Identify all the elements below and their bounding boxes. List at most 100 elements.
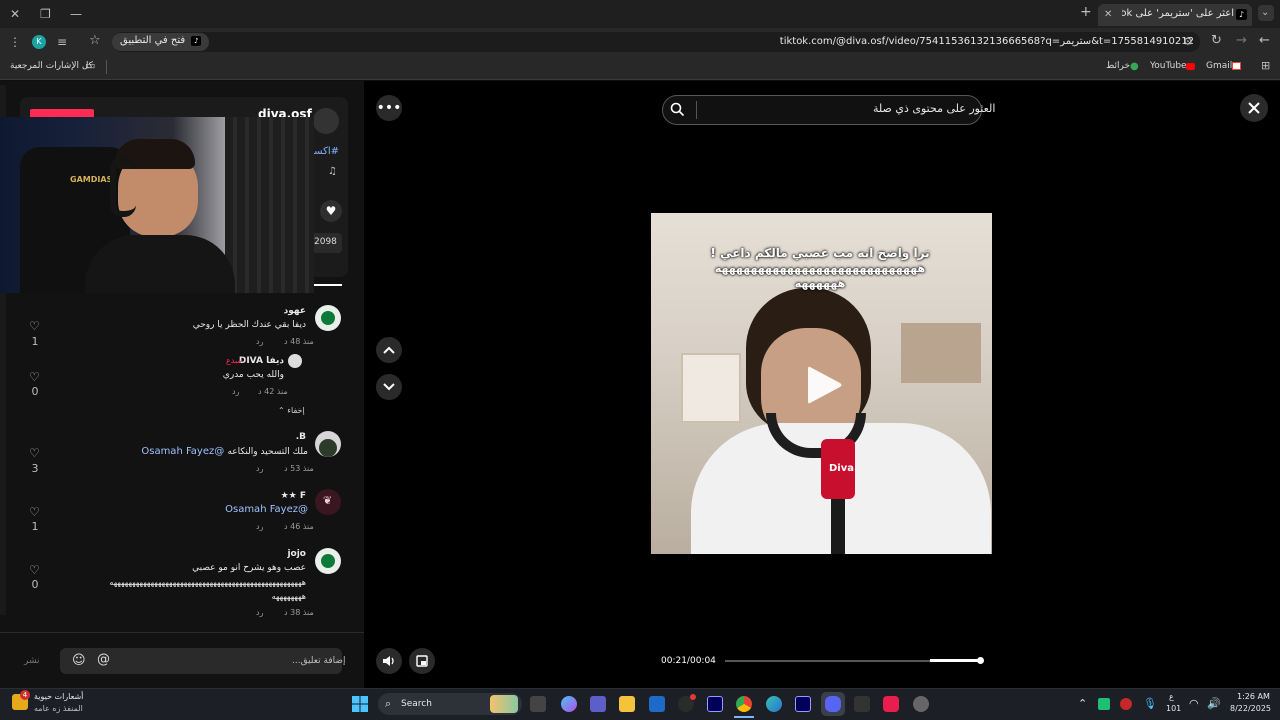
comment-1-time: منذ 48 د <box>284 337 314 346</box>
more-options-button[interactable]: ••• <box>376 95 402 121</box>
reading-list-icon[interactable]: ≡ <box>57 36 67 48</box>
comment-3-like-icon[interactable]: ♡ <box>29 446 40 460</box>
store-icon[interactable] <box>649 696 665 712</box>
comment-1-like-icon[interactable]: ♡ <box>29 319 40 333</box>
windows-start-icon[interactable] <box>352 696 368 712</box>
bookmark-maps[interactable]: خرائط <box>1106 61 1130 71</box>
comment-avatar-4[interactable]: ❦ <box>315 489 341 515</box>
post-comment-button[interactable]: نشر <box>24 656 40 666</box>
tray-mic-icon[interactable]: 🎙 <box>1143 697 1157 710</box>
tray-app-icon[interactable] <box>1098 698 1110 710</box>
capcut-icon[interactable] <box>854 696 870 712</box>
comment-4-author[interactable]: F ★★ <box>260 491 306 501</box>
comment-avatar-5[interactable] <box>315 548 341 574</box>
related-search-placeholder: العثور على محتوى ذي صلة <box>873 102 996 115</box>
comment-3-author[interactable]: B. <box>260 432 306 442</box>
comment-3-mention[interactable]: @Osamah Fayez <box>141 446 224 457</box>
restore-window-icon[interactable]: ❐ <box>40 8 51 20</box>
premiere-icon[interactable] <box>795 696 811 712</box>
back-icon[interactable]: ← <box>1259 34 1270 47</box>
previous-video-button[interactable] <box>376 337 402 363</box>
app-red-icon[interactable] <box>883 696 899 712</box>
hide-replies-button[interactable]: إخفاء ⌃ <box>278 406 305 415</box>
reply-like-icon[interactable]: ♡ <box>29 370 40 384</box>
author-avatar[interactable] <box>313 108 339 134</box>
teams-icon[interactable] <box>590 696 606 712</box>
close-window-icon[interactable]: ✕ <box>10 8 20 20</box>
search-highlight-icon <box>490 695 518 713</box>
comment-4-mention[interactable]: @Osamah Fayez <box>208 504 308 515</box>
close-video-button[interactable] <box>1240 94 1268 122</box>
edge-icon[interactable] <box>766 696 782 712</box>
minimize-window-icon[interactable]: — <box>70 8 82 20</box>
discord-icon[interactable] <box>825 696 841 712</box>
emoji-icon[interactable]: ☺ <box>72 653 86 668</box>
site-settings-icon[interactable]: ⚙ <box>1183 36 1193 48</box>
mic-brand-label: Diva <box>829 463 854 474</box>
apps-grid-icon[interactable]: ⊞ <box>1261 60 1270 72</box>
after-effects-icon[interactable] <box>707 696 723 712</box>
comment-4-like-icon[interactable]: ♡ <box>29 505 40 519</box>
task-view-icon[interactable] <box>530 696 546 712</box>
comment-3-likes: 3 <box>31 462 39 475</box>
close-tab-icon[interactable]: ✕ <box>1104 9 1112 21</box>
taskbar-search-icon: ⌕ <box>385 697 392 710</box>
menu-kebab-icon[interactable]: ⋮ <box>9 36 21 48</box>
comment-avatar-1[interactable] <box>315 305 341 331</box>
video-progress-handle[interactable] <box>977 657 984 664</box>
all-bookmarks-label[interactable]: كل الإشارات المرجعية <box>10 61 93 71</box>
folder-icon: ▭ <box>85 59 96 72</box>
tab-tiktok[interactable]: ✕ اعثر على 'ستريمر' على TikTok | TikTok … <box>1098 4 1252 26</box>
copilot-icon[interactable] <box>561 696 577 712</box>
comment-4-reply[interactable]: رد <box>256 522 263 531</box>
tab-search-button[interactable]: ⌄ <box>1258 5 1274 21</box>
windows-taskbar <box>0 688 1280 720</box>
bookmark-gmail[interactable]: Gmail <box>1206 61 1232 71</box>
wifi-icon[interactable]: ◠ <box>1189 697 1199 710</box>
reload-icon[interactable]: ↻ <box>1211 34 1222 47</box>
open-in-app-button[interactable]: فتح في التطبيق ♪ <box>112 33 210 51</box>
comment-1-reply[interactable]: رد <box>256 337 263 346</box>
bookmark-youtube[interactable]: YouTube <box>1150 61 1187 71</box>
chrome-icon[interactable] <box>736 696 752 712</box>
mention-at-icon[interactable]: @ <box>97 652 110 667</box>
comment-avatar-3[interactable] <box>315 431 341 457</box>
input-language-sub: 101 <box>1166 704 1182 713</box>
reply-reply[interactable]: رد <box>232 387 239 396</box>
creator-tag: · مبدع <box>226 356 247 365</box>
gmail-icon <box>1232 62 1241 70</box>
taskbar-widget-title[interactable]: أشعارات حيوية <box>34 692 83 701</box>
next-video-button[interactable] <box>376 374 402 400</box>
forward-icon[interactable]: → <box>1236 34 1247 47</box>
caption-line-2: ههههههههههههههههههههههههههههه <box>714 262 926 275</box>
tray-chevron-up-icon[interactable]: ⌃ <box>1078 697 1087 710</box>
search-divider <box>696 101 697 119</box>
speaker-icon[interactable]: 🔊 <box>1207 697 1221 710</box>
comment-5-author[interactable]: jojo <box>260 549 306 559</box>
streamer-shirt <box>85 235 235 293</box>
comment-5-text-2: هههههههههههههههههههههههههههههههههههههههه… <box>109 578 306 587</box>
chevron-up-icon <box>383 346 395 354</box>
open-in-app-label: فتح في التطبيق <box>120 35 186 46</box>
input-language[interactable]: ع <box>1169 692 1174 701</box>
comment-5-reply[interactable]: رد <box>256 608 263 617</box>
comment-1-author[interactable]: عهود <box>240 306 306 316</box>
like-post-button[interactable]: ♥ <box>320 200 342 222</box>
streamer-headset <box>110 157 136 217</box>
tray-security-icon[interactable] <box>1120 698 1132 710</box>
bookmark-star-icon[interactable]: ☆ <box>89 34 101 47</box>
settings-gear-icon[interactable] <box>913 696 929 712</box>
search-icon[interactable] <box>670 102 685 117</box>
post-count: 2098 <box>314 237 337 247</box>
video-caption: ترا واضح انه مب عصبي مالكم داعي ! هههههه… <box>700 246 940 291</box>
comment-3-reply[interactable]: رد <box>256 464 263 473</box>
clock-time[interactable]: 1:26 AM <box>1237 692 1270 701</box>
comment-5-like-icon[interactable]: ♡ <box>29 563 40 577</box>
pip-button[interactable] <box>409 648 435 674</box>
new-tab-icon[interactable]: + <box>1080 5 1092 19</box>
volume-button[interactable] <box>376 648 402 674</box>
reply-avatar[interactable] <box>288 354 302 368</box>
play-icon[interactable] <box>804 364 844 406</box>
profile-avatar[interactable]: K <box>32 35 46 49</box>
file-explorer-icon[interactable] <box>619 696 635 712</box>
